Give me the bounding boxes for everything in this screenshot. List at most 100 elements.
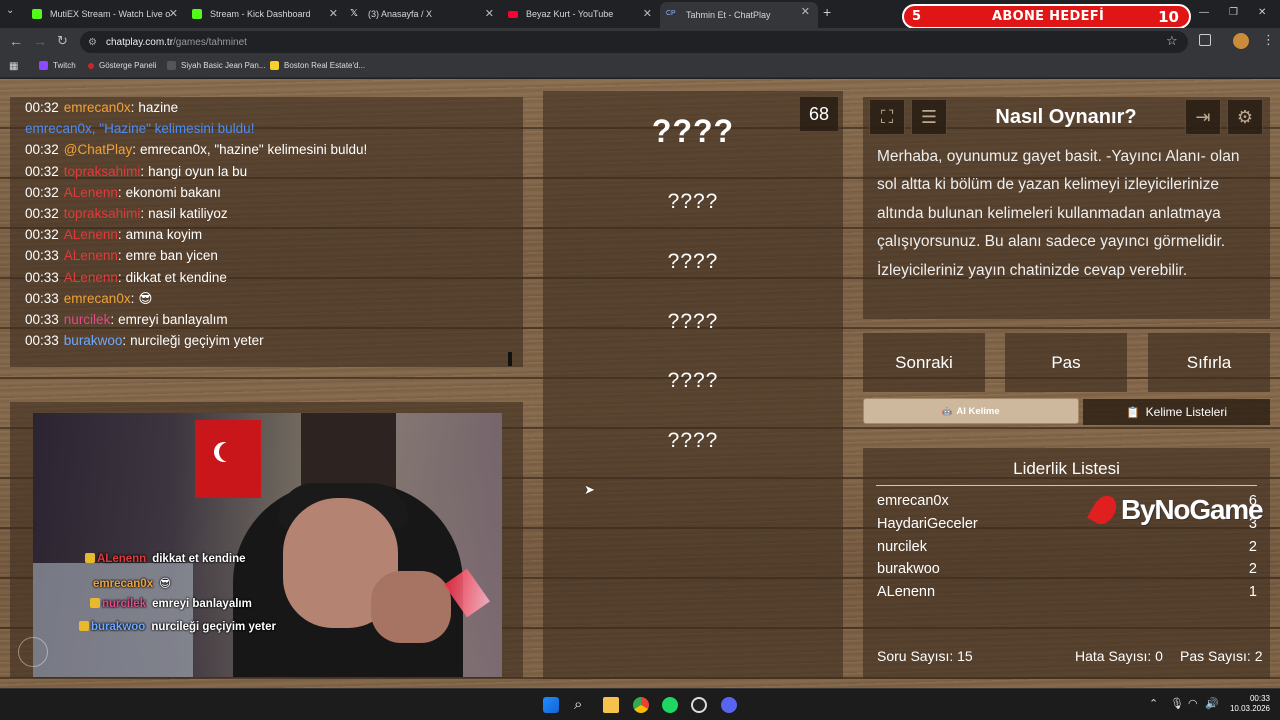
back-icon[interactable]: ← xyxy=(9,33,23,49)
badge-icon xyxy=(79,621,89,632)
mouse-cursor-icon: ➤ xyxy=(584,482,595,497)
close-tab-icon[interactable]: ✕ xyxy=(801,5,810,18)
forward-icon[interactable]: → xyxy=(33,33,47,49)
bookmark-star-icon[interactable]: ☆ xyxy=(1166,33,1178,49)
overlay-chat-message: ALenenn dikkat et kendine xyxy=(85,553,246,565)
tray-chevron-icon[interactable]: ⌃ xyxy=(1149,697,1158,710)
tab-search-chevron-icon[interactable]: ⌄ xyxy=(6,5,14,16)
browser-tab[interactable]: Stream - Kick Dashboard ✕ xyxy=(186,4,346,24)
file-explorer-icon[interactable] xyxy=(603,697,619,713)
bookmark-jeans[interactable]: Siyah Basic Jean Pan... xyxy=(167,61,266,70)
browser-tab[interactable]: Beyaz Kurt - YouTube ✕ xyxy=(502,4,660,24)
bookmark-twitch[interactable]: Twitch xyxy=(39,61,76,70)
word-lists-button[interactable]: 📋 Kelime Listeleri xyxy=(1083,399,1270,425)
watermark-text: ByNoGame xyxy=(1121,494,1264,525)
obs-icon[interactable] xyxy=(691,697,707,713)
search-icon[interactable]: ⌕ xyxy=(574,696,582,713)
wifi-icon[interactable]: ◠ xyxy=(1188,697,1198,710)
chat-separator: : xyxy=(117,269,122,285)
webcam-feed xyxy=(33,413,502,677)
spotify-icon[interactable] xyxy=(662,697,678,713)
chatplay-icon: CP xyxy=(666,10,676,17)
leaderboard-row: ALenenn 1 xyxy=(877,584,1257,600)
how-to-play-text: Merhaba, oyunumuz gayet basit. -Yayıncı … xyxy=(877,148,1240,279)
chat-username[interactable]: nurcilek xyxy=(64,312,111,327)
apps-grid-icon[interactable]: ▦ xyxy=(9,61,18,72)
reset-button[interactable]: Sıfırla xyxy=(1148,333,1270,392)
close-tab-icon[interactable]: ✕ xyxy=(643,7,652,20)
goal-target-value: 10 xyxy=(1158,7,1179,26)
next-button[interactable]: Sonraki xyxy=(863,333,985,392)
chat-separator: : xyxy=(130,290,135,306)
discord-icon[interactable] xyxy=(721,697,737,713)
leaderboard-name: HaydariGeceler xyxy=(877,515,978,532)
kick-icon xyxy=(32,9,42,19)
microphone-icon[interactable]: 🎙 xyxy=(1170,697,1184,710)
forbidden-word: ???? xyxy=(667,429,719,452)
chat-separator: : xyxy=(130,100,135,115)
chat-text: 😎 xyxy=(138,290,153,306)
browser-tab[interactable]: MutiEX Stream - Watch Live on ✕ xyxy=(26,4,186,24)
bookmark-real-estate[interactable]: Boston Real Estate'd... xyxy=(270,61,365,70)
windows-start-icon[interactable] xyxy=(543,697,559,713)
window-close-icon[interactable]: ✕ xyxy=(1258,7,1266,18)
profile-avatar[interactable] xyxy=(1233,33,1249,49)
browser-tab[interactable]: 𝕏 (3) Anasayfa / X ✕ xyxy=(344,4,502,24)
chat-username[interactable]: ALenenn xyxy=(64,248,118,263)
close-tab-icon[interactable]: ✕ xyxy=(485,7,494,20)
chat-separator: : xyxy=(140,163,145,179)
close-tab-icon[interactable]: ✕ xyxy=(169,7,178,20)
gear-icon: ⚙ xyxy=(1236,106,1254,127)
chat-username[interactable]: emrecan0x xyxy=(64,100,131,115)
site-settings-icon[interactable]: ⚙ xyxy=(88,37,97,48)
restore-icon[interactable]: ❐ xyxy=(1229,7,1238,18)
windows-taskbar: ⌕ ⌃ 🎙 ◠ 🔊 00:33 10.03.2026 xyxy=(0,688,1280,720)
overlay-username: nurcilek xyxy=(102,598,147,611)
url-bar[interactable]: ⚙ chatplay.com.tr/games/tahminet xyxy=(80,31,1188,53)
chrome-icon[interactable] xyxy=(633,697,649,713)
new-tab-icon[interactable]: + xyxy=(823,4,831,20)
bookmark-dashboard[interactable]: Gösterge Paneli xyxy=(88,61,156,70)
chat-scrollbar[interactable] xyxy=(508,352,512,366)
chat-username[interactable]: ALenenn xyxy=(64,227,118,242)
system-clock[interactable]: 00:33 10.03.2026 xyxy=(1220,694,1270,714)
fullscreen-button[interactable]: ⛶ xyxy=(869,99,905,135)
chat-message: 00:33 nurcilek: emreyi banlayalım xyxy=(25,312,228,327)
chat-text: emreyi banlayalım xyxy=(118,312,228,327)
chat-separator: : xyxy=(110,312,115,327)
tab-title: Tahmin Et - ChatPlay xyxy=(686,10,771,20)
close-tab-icon[interactable]: ✕ xyxy=(329,7,338,20)
leaderboard-name: ALenenn xyxy=(877,584,936,601)
dashboard-icon xyxy=(88,62,94,69)
chat-username[interactable]: burakwoo xyxy=(64,333,123,348)
browser-menu-icon[interactable]: ⋮ xyxy=(1262,32,1275,48)
extensions-icon[interactable] xyxy=(1199,34,1211,46)
chat-separator: : xyxy=(140,206,145,221)
chat-username[interactable]: @ChatPlay xyxy=(64,142,132,157)
reload-icon[interactable]: ↻ xyxy=(57,33,68,49)
chat-text: hazine xyxy=(138,100,179,115)
chat-timestamp: 00:32 xyxy=(25,206,59,221)
x-logo-icon: 𝕏 xyxy=(350,8,359,19)
ai-word-button[interactable]: 🤖 AI Kelime xyxy=(863,398,1079,424)
chat-username[interactable]: ALenenn xyxy=(64,270,118,285)
overlay-chat-message: emrecan0x 😎 xyxy=(93,576,171,590)
pass-count: Pas Sayısı: 2 xyxy=(1180,648,1263,664)
chat-message: 00:32 emrecan0x: hazine xyxy=(25,100,178,115)
volume-icon[interactable]: 🔊 xyxy=(1205,697,1219,710)
chat-username[interactable]: topraksahimi xyxy=(64,206,141,221)
chat-username[interactable]: ALenenn xyxy=(64,185,118,200)
youtube-icon xyxy=(508,10,518,18)
forbidden-word: ???? xyxy=(667,190,719,213)
settings-button[interactable]: ⚙ xyxy=(1227,99,1263,135)
chat-username[interactable]: emrecan0x xyxy=(64,291,131,306)
camera-toggle-icon[interactable] xyxy=(18,637,48,667)
leaderboard-title: Liderlik Listesi xyxy=(1013,459,1120,478)
exit-button[interactable]: ⇥ xyxy=(1185,99,1221,135)
chat-username[interactable]: emrecan0x, "Hazine" kelimesini buldu! xyxy=(25,121,254,136)
pass-button[interactable]: Pas xyxy=(1005,333,1127,392)
bookmark-label: Boston Real Estate'd... xyxy=(284,61,366,70)
minimize-icon[interactable]: — xyxy=(1199,7,1209,18)
chat-username[interactable]: topraksahimi xyxy=(64,164,141,179)
browser-tab-active[interactable]: CP Tahmin Et - ChatPlay ✕ xyxy=(660,2,818,28)
